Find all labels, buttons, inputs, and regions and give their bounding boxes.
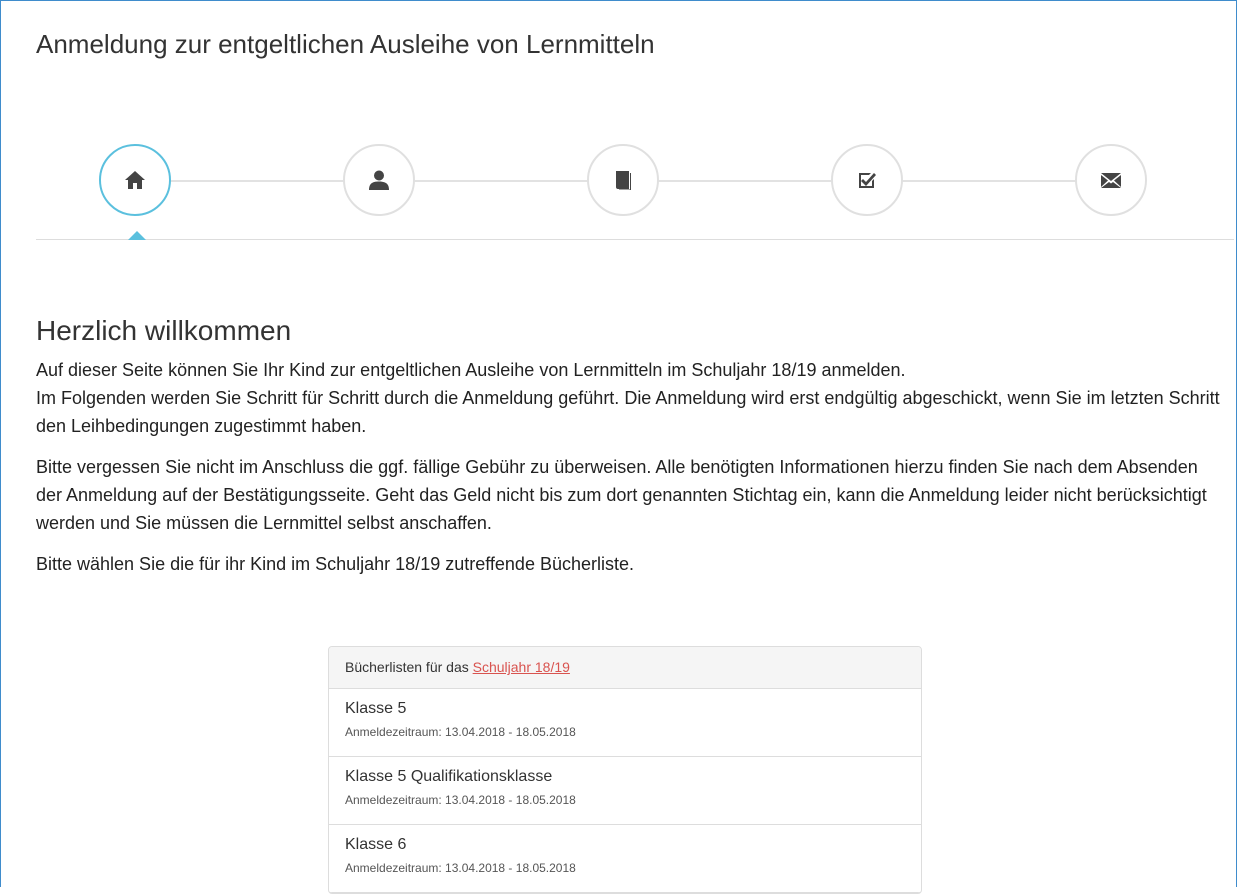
wizard-steps	[36, 136, 1234, 240]
intro-line-2: Im Folgenden werden Sie Schritt für Schr…	[36, 388, 1220, 436]
booklist-item-period: Anmeldezeitraum: 13.04.2018 - 18.05.2018	[345, 725, 576, 739]
home-icon	[125, 171, 145, 189]
choose-list-paragraph: Bitte wählen Sie die für ihr Kind im Sch…	[36, 554, 634, 574]
booklist-item-name: Klasse 5 Qualifikationsklasse	[345, 768, 553, 785]
payment-paragraph: Bitte vergessen Sie nicht im Anschluss d…	[36, 457, 1207, 533]
booklist-item-klasse-5-qualifikation[interactable]: Klasse 5 Qualifikationsklasse Anmeldezei…	[329, 757, 921, 825]
booklist-item-klasse-5[interactable]: Klasse 5 Anmeldezeitraum: 13.04.2018 - 1…	[329, 689, 921, 757]
booklist-item-klasse-6[interactable]: Klasse 6 Anmeldezeitraum: 13.04.2018 - 1…	[329, 825, 921, 893]
booklist-item-name: Klasse 6	[345, 836, 407, 853]
envelope-icon	[1101, 173, 1121, 188]
intro-paragraph: Auf dieser Seite können Sie Ihr Kind zur…	[36, 356, 1226, 440]
checkbox-icon	[859, 173, 876, 188]
wizard-divider	[36, 239, 1234, 240]
booklist-item-period: Anmeldezeitraum: 13.04.2018 - 18.05.2018	[345, 861, 576, 875]
booklist-item-name: Klasse 5	[345, 700, 407, 717]
booklist-panel: Bücherlisten für das Schuljahr 18/19 Kla…	[328, 646, 922, 894]
step-check[interactable]	[831, 144, 903, 216]
step-user[interactable]	[343, 144, 415, 216]
intro-line-1: Auf dieser Seite können Sie Ihr Kind zur…	[36, 360, 906, 380]
school-year-link[interactable]: Schuljahr 18/19	[473, 659, 570, 675]
step-books[interactable]	[587, 144, 659, 216]
active-step-pointer	[128, 231, 146, 240]
page-title: Anmeldung zur entgeltlichen Ausleihe von…	[36, 29, 655, 59]
booklist-panel-heading: Bücherlisten für das Schuljahr 18/19	[329, 647, 921, 689]
user-icon	[369, 170, 389, 190]
booklist-heading-prefix: Bücherlisten für das	[345, 659, 469, 675]
book-icon	[616, 171, 631, 190]
step-submit[interactable]	[1075, 144, 1147, 216]
welcome-section: Herzlich willkommen Auf dieser Seite kön…	[36, 314, 1226, 591]
welcome-heading: Herzlich willkommen	[36, 315, 292, 346]
step-home[interactable]	[99, 144, 171, 216]
booklist-item-period: Anmeldezeitraum: 13.04.2018 - 18.05.2018	[345, 793, 576, 807]
